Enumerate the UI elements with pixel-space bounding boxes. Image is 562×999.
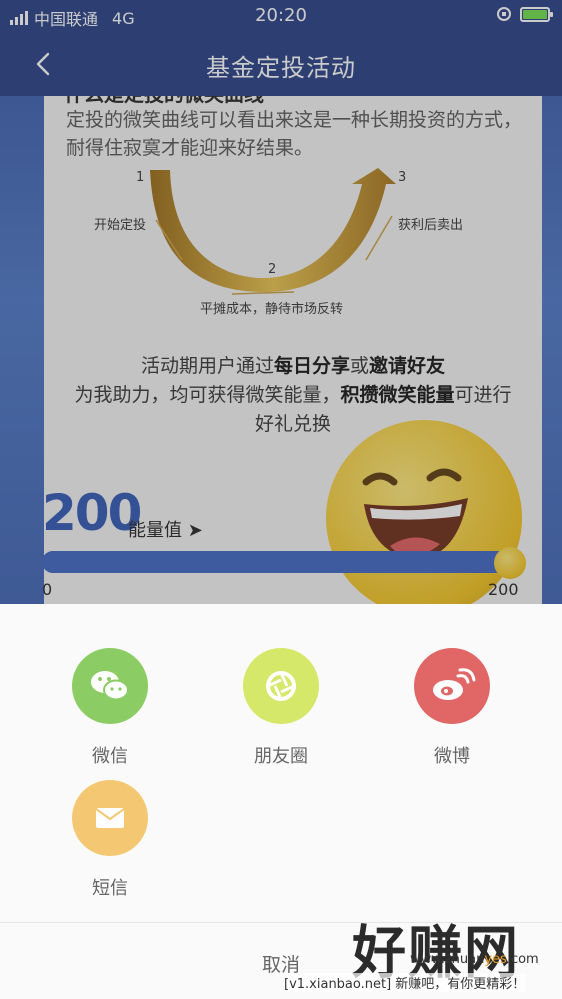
activity-page: 什么是定投的微笑曲线 定投的微笑曲线可以看出来这是一种长期投资的方式，耐得住寂寞… <box>0 96 562 604</box>
share-sms-label: 短信 <box>92 878 128 899</box>
activity-line-2: 为我助力，均可获得微笑能量，积攒微笑能量可进行 <box>74 384 512 406</box>
energy-progress-fill <box>42 551 512 573</box>
step2-label: 平摊成本，静待市场反转 <box>200 302 344 317</box>
share-wechat-button[interactable]: 微信 <box>50 648 170 768</box>
smiley-face-image <box>326 420 522 604</box>
step3-number: 3 <box>398 170 407 185</box>
energy-progress-bar <box>42 551 512 573</box>
weibo-icon <box>414 648 490 724</box>
sms-icon <box>72 780 148 856</box>
progress-smiley-knob <box>494 547 526 579</box>
nav-bar: 基金定投活动 <box>0 32 562 96</box>
progress-max-label: 200 <box>488 580 519 599</box>
activity-line-1: 活动期用户通过每日分享或邀请好友 <box>140 355 446 377</box>
clock-text: 20:20 <box>255 5 307 26</box>
share-wechat-label: 微信 <box>92 746 128 767</box>
step1-number: 1 <box>136 170 145 185</box>
share-sms-button[interactable]: 短信 <box>50 780 170 900</box>
arrow-bottom-right <box>231 291 295 295</box>
status-right <box>496 6 553 22</box>
watermark-slogan: [v1.xianbao.net] 新赚吧，有你更精彩！ <box>284 973 526 992</box>
step3-label: 获利后卖出 <box>398 218 464 233</box>
share-weibo-label: 微博 <box>434 746 470 767</box>
share-moments-button[interactable]: 朋友圈 <box>221 648 341 768</box>
wechat-icon <box>72 648 148 724</box>
share-moments-label: 朋友圈 <box>254 746 308 767</box>
step1-label: 开始定投 <box>94 218 147 233</box>
battery-icon <box>520 6 553 22</box>
rotation-lock-icon <box>497 7 511 21</box>
page-title: 基金定投活动 <box>206 54 356 82</box>
moments-icon <box>243 648 319 724</box>
content-card: 什么是定投的微笑曲线 定投的微笑曲线可以看出来这是一种长期投资的方式，耐得住寂寞… <box>42 96 542 604</box>
description-text: 定投的微笑曲线可以看出来这是一种长期投资的方式，耐得住寂寞才能迎来好结果。 <box>66 109 523 159</box>
progress-min-label: 0 <box>42 580 53 599</box>
watermark-url: www.zhuanyes.com <box>410 952 539 967</box>
status-bar: 中国联通 4G 20:20 <box>0 0 562 32</box>
share-weibo-button[interactable]: 微博 <box>392 648 512 768</box>
energy-label[interactable]: 能量值 ➤ <box>128 516 203 542</box>
energy-value: 200 <box>42 484 142 542</box>
step2-number: 2 <box>268 262 277 277</box>
